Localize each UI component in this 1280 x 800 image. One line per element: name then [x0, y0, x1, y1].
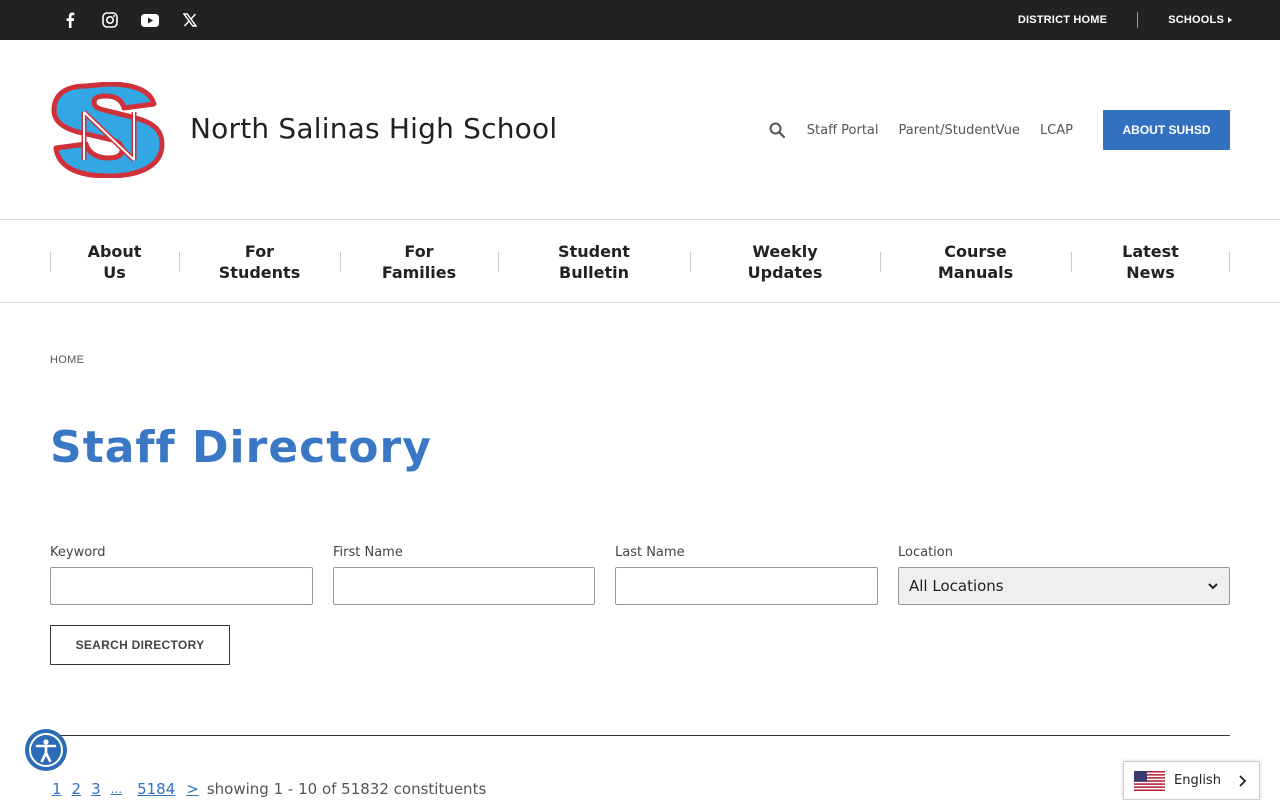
location-label: Location — [898, 545, 953, 560]
us-flag-icon — [1134, 770, 1165, 791]
nav-item-for-families[interactable]: For Families — [340, 220, 498, 303]
nav-item-weekly-updates[interactable]: Weekly Updates — [690, 220, 880, 303]
language-selector[interactable]: English — [1123, 761, 1260, 800]
nav-label-line1: About — [87, 241, 142, 261]
nav-item-student-bulletin[interactable]: Student Bulletin — [498, 220, 690, 303]
school-logo[interactable] — [50, 81, 168, 179]
next-page-link[interactable]: > — [186, 780, 199, 798]
school-name[interactable]: North Salinas High School — [190, 112, 557, 145]
facebook-icon[interactable] — [60, 10, 80, 30]
page-link-ellipsis[interactable]: ... — [111, 782, 122, 796]
nav-label-line1: For — [244, 241, 275, 261]
parent-studentvue-link[interactable]: Parent/StudentVue — [899, 123, 1020, 138]
nav-item-course-manuals[interactable]: Course Manuals — [880, 220, 1071, 303]
staff-portal-link[interactable]: Staff Portal — [807, 123, 879, 138]
nav-label-line1: Course — [944, 241, 1007, 261]
breadcrumb-home[interactable]: HOME — [50, 354, 84, 366]
page-link-1[interactable]: 1 — [52, 780, 62, 798]
nav-label-line2: Us — [103, 262, 126, 282]
results-count: showing 1 - 10 of 51832 constituents — [206, 780, 487, 798]
nav-label-line1: Weekly — [752, 241, 818, 261]
main-nav: About Us For Students For Families Student B… — [0, 220, 1280, 303]
schools-label: SCHOOLS — [1168, 14, 1224, 26]
nav-label-line1: For — [404, 241, 434, 261]
nav-label-line2: Families — [381, 262, 457, 282]
nav-label-line1: Student — [558, 241, 630, 261]
page-link-2[interactable]: 2 — [72, 780, 82, 798]
last-name-input[interactable] — [615, 567, 878, 605]
caret-right-icon — [1228, 17, 1232, 23]
nav-label-line2: News — [1126, 262, 1175, 282]
nav-label-line1: Latest — [1122, 241, 1179, 261]
district-home-link[interactable]: DISTRICT HOME — [1018, 14, 1107, 26]
pagination: 1 2 3 ... 5184 > showing 1 - 10 of 51832… — [50, 779, 486, 799]
nav-item-about-us[interactable]: About Us — [50, 220, 179, 303]
utility-divider — [1137, 12, 1139, 28]
nav-separator — [1229, 252, 1230, 272]
accessibility-icon — [29, 733, 63, 767]
page-link-3[interactable]: 3 — [91, 780, 101, 798]
site-header: North Salinas High School Staff Portal P… — [0, 40, 1280, 220]
keyword-input[interactable] — [50, 567, 313, 605]
nav-label-line2: Manuals — [937, 262, 1014, 282]
accessibility-button[interactable] — [25, 729, 67, 771]
about-suhsd-button[interactable]: ABOUT SUHSD — [1103, 110, 1230, 150]
utility-bar: DISTRICT HOME SCHOOLS — [0, 0, 1280, 40]
last-name-label: Last Name — [615, 545, 685, 560]
search-icon[interactable] — [769, 122, 785, 138]
first-name-label: First Name — [333, 545, 403, 560]
header-links: Staff Portal Parent/StudentVue LCAP ABOU… — [769, 110, 1230, 150]
page-link-last[interactable]: 5184 — [137, 780, 175, 798]
nav-label-line2: Updates — [747, 262, 823, 282]
chevron-right-icon — [1239, 774, 1247, 787]
nav-item-latest-news[interactable]: Latest News — [1071, 220, 1230, 303]
first-name-input[interactable] — [333, 567, 595, 605]
search-directory-button[interactable]: SEARCH DIRECTORY — [50, 625, 230, 665]
schools-dropdown[interactable]: SCHOOLS — [1168, 14, 1232, 26]
nav-item-for-students[interactable]: For Students — [179, 220, 340, 303]
nav-label-line2: Bulletin — [559, 262, 629, 282]
nav-label-line2: Students — [218, 262, 301, 282]
results-divider — [50, 735, 1230, 736]
location-select[interactable]: All Locations — [898, 567, 1230, 605]
social-links — [60, 0, 220, 40]
x-twitter-icon[interactable] — [180, 10, 200, 30]
page-title: Staff Directory — [50, 422, 432, 473]
chevron-down-icon — [1208, 583, 1218, 590]
youtube-icon[interactable] — [140, 10, 160, 30]
location-select-value: All Locations — [909, 577, 1004, 595]
keyword-label: Keyword — [50, 545, 106, 560]
instagram-icon[interactable] — [100, 10, 120, 30]
lcap-link[interactable]: LCAP — [1040, 123, 1073, 138]
language-label: English — [1174, 773, 1221, 788]
utility-links: DISTRICT HOME SCHOOLS — [1018, 0, 1232, 40]
